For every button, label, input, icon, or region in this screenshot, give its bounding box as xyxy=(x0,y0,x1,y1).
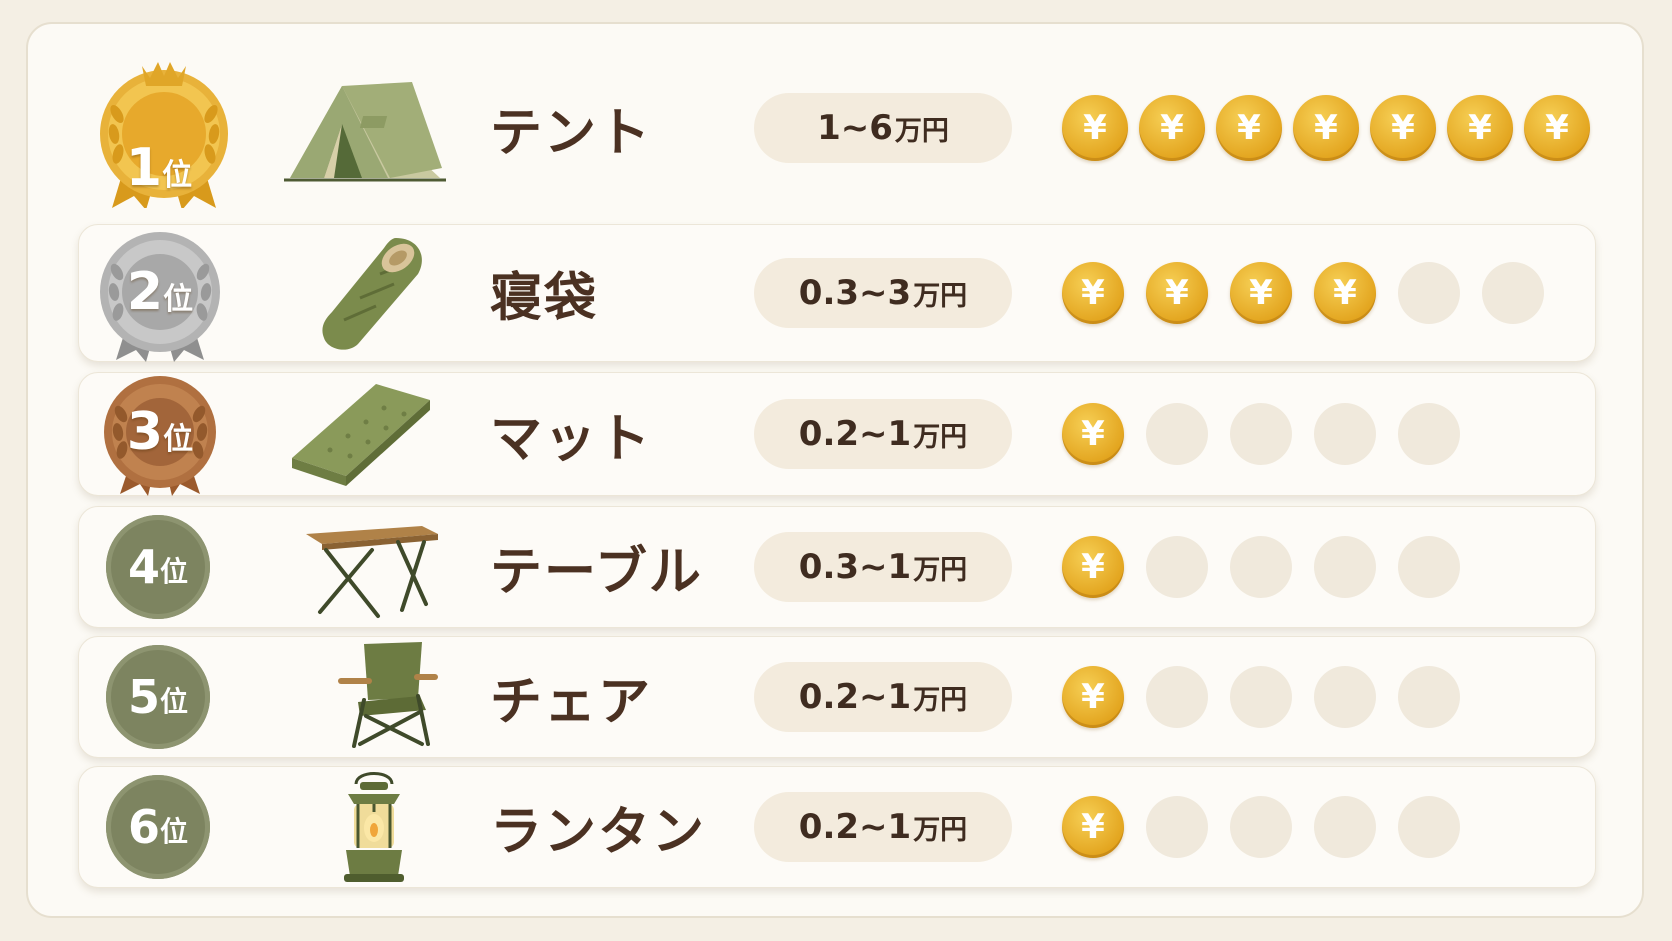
yen-coin-icon: ¥ xyxy=(1062,262,1124,324)
empty-coin-slot xyxy=(1398,536,1460,598)
ranking-row-5: 5位 チェア 0.2~1 万円 ¥ xyxy=(0,636,1672,758)
price-level-coins: ¥ ¥ ¥ ¥ ¥ ¥ ¥ xyxy=(1062,95,1601,161)
ranking-row-4: 4位 テーブル 0.3~1 万円 ¥ xyxy=(0,506,1672,628)
rank-label: 2位 xyxy=(126,262,194,322)
yen-coin-icon: ¥ xyxy=(1230,262,1292,324)
price-range: 0.3~3 万円 xyxy=(754,258,1012,328)
empty-coin-slot xyxy=(1482,262,1544,324)
yen-coin-icon: ¥ xyxy=(1062,95,1128,161)
item-name: ランタン xyxy=(490,802,707,863)
empty-coin-slot xyxy=(1314,666,1376,728)
empty-coin-slot xyxy=(1230,796,1292,858)
empty-coin-slot xyxy=(1146,403,1208,465)
rank-badge: 4位 xyxy=(84,506,244,628)
empty-coin-slot xyxy=(1146,796,1208,858)
yen-coin-icon: ¥ xyxy=(1314,262,1376,324)
tent-icon xyxy=(280,48,460,208)
rank-label: 1位 xyxy=(125,138,193,198)
empty-coin-slot xyxy=(1398,403,1460,465)
bronze-medal-icon: 3位 xyxy=(84,372,244,496)
yen-coin-icon: ¥ xyxy=(1293,95,1359,161)
price-range: 0.3~1 万円 xyxy=(754,532,1012,602)
gold-medal-icon: 1位 xyxy=(84,48,244,208)
price-level-coins: ¥ ¥ ¥ ¥ xyxy=(1062,262,1566,324)
yen-coin-icon: ¥ xyxy=(1216,95,1282,161)
chair-icon xyxy=(280,636,460,758)
empty-coin-slot xyxy=(1314,536,1376,598)
price-level-coins: ¥ xyxy=(1062,536,1482,598)
yen-coin-icon: ¥ xyxy=(1062,796,1124,858)
price-level-coins: ¥ xyxy=(1062,403,1482,465)
item-name: 寝袋 xyxy=(490,268,599,329)
mat-icon xyxy=(280,372,460,496)
rank-circle-icon: 6位 xyxy=(106,775,210,879)
yen-coin-icon: ¥ xyxy=(1447,95,1513,161)
price-level-coins: ¥ xyxy=(1062,796,1482,858)
yen-coin-icon: ¥ xyxy=(1524,95,1590,161)
price-range: 1~6 万円 xyxy=(754,93,1012,163)
yen-coin-icon: ¥ xyxy=(1146,262,1208,324)
item-name: チェア xyxy=(490,672,653,733)
price-level-coins: ¥ xyxy=(1062,666,1482,728)
item-name: テーブル xyxy=(490,542,703,603)
yen-coin-icon: ¥ xyxy=(1062,666,1124,728)
item-name: マット xyxy=(490,409,653,470)
rank-badge: 5位 xyxy=(84,636,244,758)
empty-coin-slot xyxy=(1146,536,1208,598)
price-range: 0.2~1 万円 xyxy=(754,792,1012,862)
yen-coin-icon: ¥ xyxy=(1062,536,1124,598)
ranking-row-2: 2位 寝袋 0.3~3 万円 ¥ ¥ ¥ ¥ xyxy=(0,224,1672,362)
yen-coin-icon: ¥ xyxy=(1370,95,1436,161)
ranking-row-6: 6位 ランタン 0.2~1 万円 ¥ xyxy=(0,766,1672,888)
table-icon xyxy=(280,506,460,628)
yen-coin-icon: ¥ xyxy=(1139,95,1205,161)
price-range: 0.2~1 万円 xyxy=(754,399,1012,469)
empty-coin-slot xyxy=(1398,262,1460,324)
silver-medal-icon: 2位 xyxy=(84,224,244,362)
empty-coin-slot xyxy=(1230,403,1292,465)
empty-coin-slot xyxy=(1314,403,1376,465)
rank-circle-icon: 5位 xyxy=(106,645,210,749)
ranking-row-1: 1位 テント 1~6 万円 ¥ ¥ ¥ ¥ ¥ ¥ ¥ xyxy=(0,48,1672,208)
price-range: 0.2~1 万円 xyxy=(754,662,1012,732)
empty-coin-slot xyxy=(1314,796,1376,858)
empty-coin-slot xyxy=(1230,666,1292,728)
ranking-row-3: 3位 マット 0.2~1 万円 ¥ xyxy=(0,372,1672,496)
rank-label: 3位 xyxy=(126,402,194,462)
empty-coin-slot xyxy=(1146,666,1208,728)
yen-coin-icon: ¥ xyxy=(1062,403,1124,465)
empty-coin-slot xyxy=(1230,536,1292,598)
empty-coin-slot xyxy=(1398,666,1460,728)
rank-circle-icon: 4位 xyxy=(106,515,210,619)
sleeping-bag-icon xyxy=(280,224,460,362)
item-name: テント xyxy=(490,103,653,164)
rank-badge: 6位 xyxy=(84,766,244,888)
lantern-icon xyxy=(280,766,460,888)
empty-coin-slot xyxy=(1398,796,1460,858)
